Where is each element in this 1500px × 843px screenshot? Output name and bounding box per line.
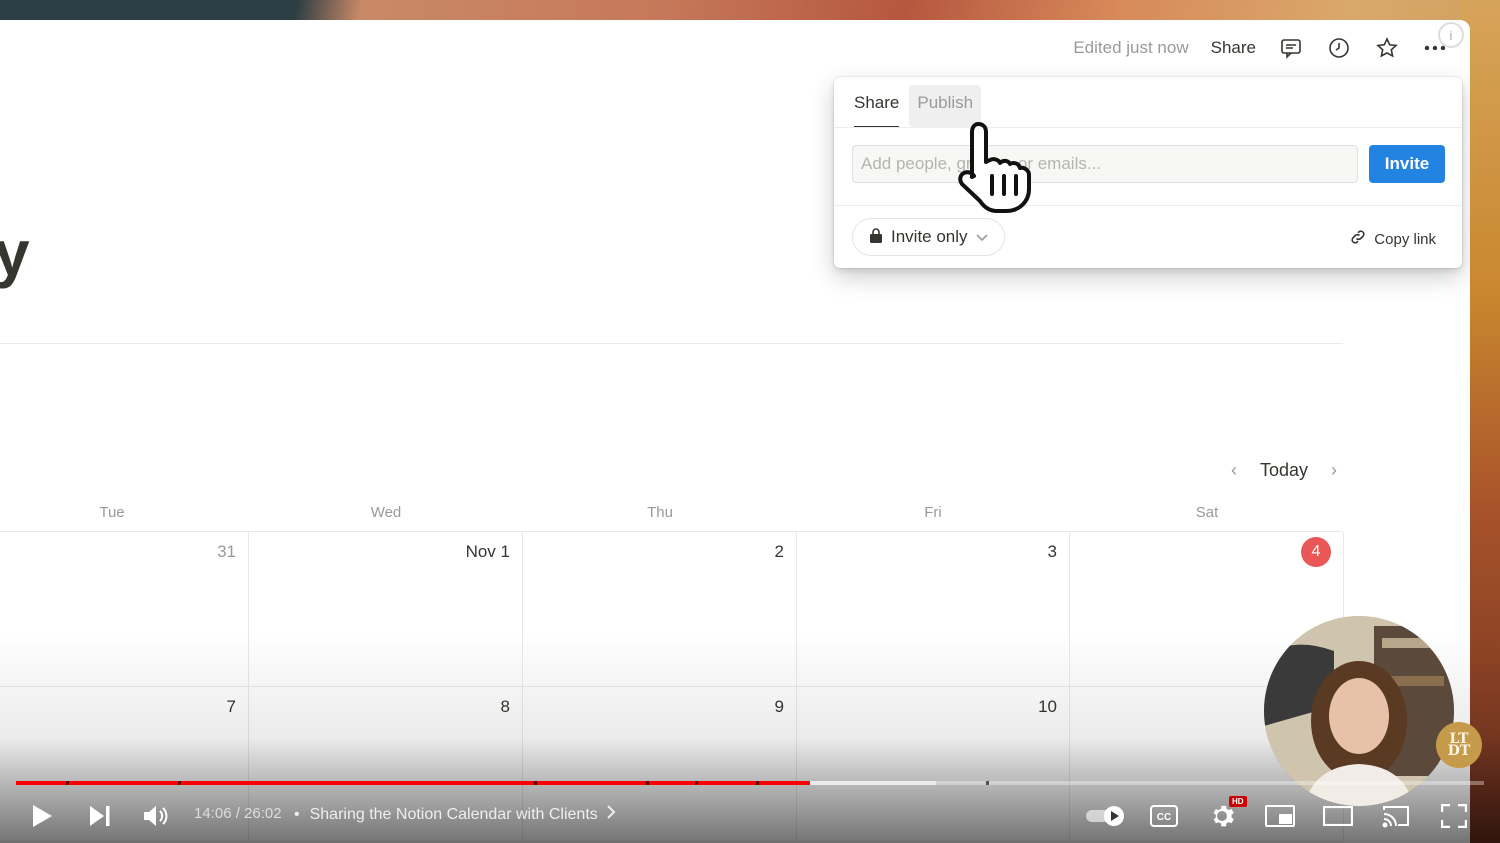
- chapter-marker: [534, 781, 537, 785]
- video-time: 14:06 / 26:02: [194, 805, 282, 822]
- page-topbar: Edited just now Share: [1073, 34, 1448, 62]
- day-number: 2: [774, 542, 784, 561]
- share-button[interactable]: Share: [1211, 38, 1256, 58]
- chapter-marker: [986, 781, 989, 785]
- divider: [834, 127, 1462, 128]
- divider: [834, 205, 1462, 206]
- played-bar: [16, 781, 811, 785]
- access-level-label: Invite only: [891, 227, 968, 246]
- chapter-marker: [646, 781, 649, 785]
- captions-icon[interactable]: CC: [1146, 798, 1182, 834]
- chapter-marker: [66, 781, 69, 785]
- page-title: y: [0, 217, 30, 289]
- today-day-number: 4: [1301, 537, 1331, 567]
- chevron-down-icon: [975, 227, 988, 247]
- weekday-label: Wed: [370, 504, 402, 521]
- weekday-label: Sat: [1195, 504, 1219, 521]
- calendar-nav: ‹ Today ›: [1222, 460, 1346, 481]
- tab-share[interactable]: Share: [854, 85, 900, 128]
- fullscreen-icon[interactable]: [1436, 798, 1472, 834]
- weekday-label: Fri: [924, 504, 942, 521]
- miniplayer-icon[interactable]: [1262, 798, 1298, 834]
- share-popover: Share Publish Invite Invite only Copy li…: [834, 77, 1462, 268]
- chapter-title-label: Sharing the Notion Calendar with Clients: [309, 805, 598, 823]
- svg-text:CC: CC: [1157, 812, 1171, 823]
- day-number: 31: [217, 542, 236, 561]
- link-icon: [1349, 228, 1367, 250]
- separator-dot: •: [294, 805, 300, 823]
- invite-people-input[interactable]: [852, 145, 1358, 183]
- chevron-right-icon[interactable]: ›: [1322, 460, 1346, 481]
- copy-link-button[interactable]: Copy link: [1349, 228, 1436, 250]
- video-controls: 14:06 / 26:02 • Sharing the Notion Calen…: [0, 790, 1500, 840]
- info-icon[interactable]: i: [1438, 22, 1464, 48]
- divider: [0, 343, 1343, 344]
- chapter-title[interactable]: • Sharing the Notion Calendar with Clien…: [294, 804, 616, 825]
- comment-icon[interactable]: [1278, 35, 1304, 61]
- channel-logo: LT DT: [1436, 722, 1482, 768]
- cast-icon[interactable]: [1378, 798, 1414, 834]
- edited-status: Edited just now: [1073, 38, 1189, 57]
- chapter-marker: [178, 781, 181, 785]
- chapter-marker: [756, 781, 759, 785]
- day-number: Nov 1: [465, 542, 510, 561]
- hand-cursor-icon: [958, 122, 1031, 213]
- today-button[interactable]: Today: [1260, 460, 1308, 481]
- star-icon[interactable]: [1374, 35, 1400, 61]
- copy-link-label: Copy link: [1374, 230, 1436, 248]
- theater-mode-icon[interactable]: [1320, 798, 1356, 834]
- weekday-label: Thu: [647, 504, 673, 521]
- hd-badge: HD: [1229, 796, 1247, 807]
- invite-button[interactable]: Invite: [1369, 145, 1445, 183]
- weekday-header: Tue Wed Thu Fri Sat: [0, 504, 1343, 530]
- volume-icon[interactable]: [138, 798, 174, 834]
- day-number: 3: [1047, 542, 1057, 561]
- clock-icon[interactable]: [1326, 35, 1352, 61]
- chevron-right-icon: [606, 804, 616, 825]
- chevron-left-icon[interactable]: ‹: [1222, 460, 1246, 481]
- lock-icon: [869, 227, 883, 248]
- autoplay-toggle-icon[interactable]: [1084, 798, 1128, 834]
- play-icon[interactable]: [24, 798, 60, 834]
- presenter-webcam: [1264, 616, 1454, 806]
- next-icon[interactable]: [82, 798, 118, 834]
- chapter-marker: [695, 781, 698, 785]
- access-level-dropdown[interactable]: Invite only: [852, 218, 1005, 256]
- weekday-label: Tue: [99, 504, 125, 521]
- video-progress-bar[interactable]: [16, 781, 1484, 785]
